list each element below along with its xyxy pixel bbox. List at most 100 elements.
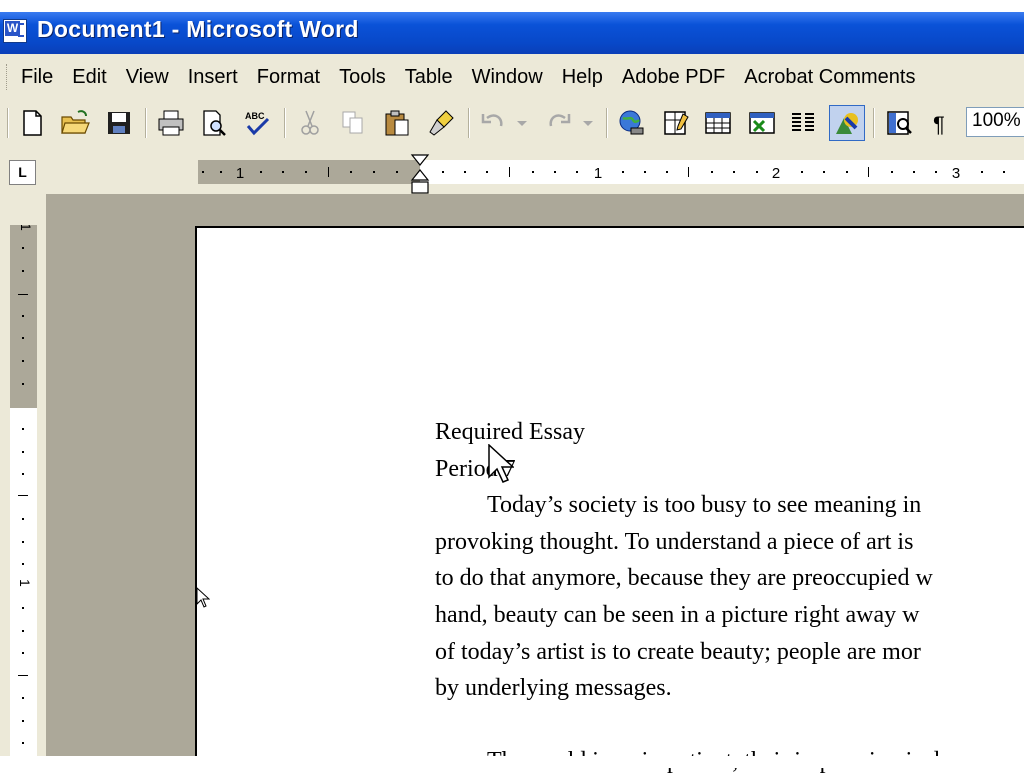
paragraph-line: to do that anymore, because they are pre… xyxy=(435,565,933,592)
document-line: Period 7 xyxy=(435,455,516,482)
paragraph-line: Today’s society is too busy to see meani… xyxy=(487,492,922,519)
document-body[interactable]: Required Essay Period 7 Today’s society … xyxy=(435,414,1024,780)
redo-button[interactable] xyxy=(540,105,576,141)
print-preview-button[interactable] xyxy=(196,105,232,141)
vertical-ruler-ticks: 1 1 xyxy=(17,225,34,744)
menu-grip[interactable] xyxy=(6,64,10,90)
spell-check-icon: ABC xyxy=(245,111,270,136)
columns-button[interactable] xyxy=(785,105,821,141)
drawing-button[interactable] xyxy=(829,105,865,141)
toolbar-separator xyxy=(468,108,470,138)
chevron-down-icon xyxy=(583,121,593,126)
document-map-icon xyxy=(887,111,912,135)
clipboard-paste-icon xyxy=(385,110,409,136)
save-disk-icon xyxy=(108,112,130,134)
menu-view[interactable]: View xyxy=(126,66,169,89)
horizontal-ruler[interactable]: 1 1 2 3 xyxy=(198,160,1024,184)
paragraph-line: hand, beauty can be seen in a picture ri… xyxy=(435,601,920,628)
pilcrow-icon: ¶ xyxy=(933,112,945,137)
toolbar-separator xyxy=(145,108,147,138)
open-button[interactable] xyxy=(57,105,93,141)
zoom-combobox[interactable]: 100% xyxy=(966,107,1024,137)
chevron-down-icon xyxy=(517,121,527,126)
word-app-icon[interactable]: W xyxy=(3,19,27,43)
menu-edit[interactable]: Edit xyxy=(72,66,106,89)
app-icon-lines xyxy=(18,23,24,37)
menu-file[interactable]: File xyxy=(21,66,53,89)
undo-dropdown[interactable] xyxy=(510,105,534,141)
standard-toolbar: ABC ¶ xyxy=(0,100,1024,147)
mouse-pointer-icon xyxy=(196,587,210,608)
insert-excel-button[interactable] xyxy=(744,105,780,141)
ruler-number: 1 xyxy=(236,165,244,182)
svg-text:¶: ¶ xyxy=(933,112,945,137)
document-line: Required Essay xyxy=(435,419,585,445)
redo-icon xyxy=(549,114,571,127)
new-document-icon xyxy=(23,110,42,136)
print-button[interactable] xyxy=(153,105,189,141)
save-button[interactable] xyxy=(101,105,137,141)
document-page[interactable]: Required Essay Period 7 Today’s society … xyxy=(195,226,1024,774)
insert-table-icon xyxy=(705,112,731,134)
menu-window[interactable]: Window xyxy=(472,66,543,89)
undo-button[interactable] xyxy=(476,105,512,141)
print-preview-icon xyxy=(203,110,226,136)
paragraph-line: provoking thought. To understand a piece… xyxy=(435,528,914,555)
excel-worksheet-icon xyxy=(749,112,775,134)
bottom-edge xyxy=(0,756,1024,768)
spelling-grammar-button[interactable]: ABC xyxy=(239,105,275,141)
paragraph-line: by underlying messages. xyxy=(435,675,672,702)
show-hide-button[interactable]: ¶ xyxy=(923,105,959,141)
first-line-indent-marker[interactable] xyxy=(410,154,430,166)
toolbar-grip[interactable] xyxy=(7,108,9,138)
insert-hyperlink-button[interactable] xyxy=(614,105,650,141)
copy-icon xyxy=(342,111,363,134)
menu-table[interactable]: Table xyxy=(405,66,453,89)
ruler-number: 2 xyxy=(772,165,780,182)
undo-icon xyxy=(481,114,503,127)
window-title: Document1 - Microsoft Word xyxy=(37,16,359,42)
tab-selector[interactable]: L xyxy=(9,160,36,185)
redo-dropdown[interactable] xyxy=(576,105,600,141)
menu-format[interactable]: Format xyxy=(257,66,320,89)
drawing-shapes-icon xyxy=(836,113,858,134)
format-painter-button[interactable] xyxy=(423,105,459,141)
toolbar-separator xyxy=(873,108,875,138)
columns-icon xyxy=(792,113,814,131)
table-pencil-icon xyxy=(664,111,689,135)
ruler-number: 1 xyxy=(17,579,33,587)
paintbrush-icon xyxy=(429,110,454,136)
menu-bar: File Edit View Insert Format Tools Table… xyxy=(0,54,1024,101)
menu-items: File Edit View Insert Format Tools Table… xyxy=(21,66,934,89)
menu-acrobat-comments[interactable]: Acrobat Comments xyxy=(744,66,915,89)
horizontal-ruler-ticks: 1 1 2 3 xyxy=(202,165,1005,182)
copy-button[interactable] xyxy=(335,105,371,141)
scissors-icon xyxy=(301,110,319,135)
document-map-button[interactable] xyxy=(881,105,917,141)
paste-button[interactable] xyxy=(379,105,415,141)
left-indent-marker[interactable] xyxy=(411,181,429,194)
ruler-number: 1 xyxy=(594,165,602,182)
toolbar-separator xyxy=(284,108,286,138)
menu-adobe-pdf[interactable]: Adobe PDF xyxy=(622,66,725,89)
menu-insert[interactable]: Insert xyxy=(188,66,238,89)
svg-text:ABC: ABC xyxy=(245,111,265,121)
indent-markers[interactable] xyxy=(408,154,432,196)
menu-help[interactable]: Help xyxy=(562,66,603,89)
vertical-ruler[interactable]: 1 1 xyxy=(10,225,37,756)
insert-table-button[interactable] xyxy=(700,105,736,141)
tables-borders-button[interactable] xyxy=(658,105,694,141)
open-folder-icon xyxy=(61,110,90,134)
hanging-indent-marker[interactable] xyxy=(410,169,430,181)
toolbar-separator xyxy=(606,108,608,138)
menu-tools[interactable]: Tools xyxy=(339,66,386,89)
ruler-number: 1 xyxy=(18,225,34,231)
paragraph-line: of today’s artist is to create beauty; p… xyxy=(435,638,921,665)
cut-button[interactable] xyxy=(292,105,328,141)
ruler-number: 3 xyxy=(952,165,960,182)
globe-link-icon xyxy=(619,110,644,135)
mouse-pointer-icon xyxy=(488,444,514,483)
printer-icon xyxy=(158,110,184,136)
new-document-button[interactable] xyxy=(14,105,50,141)
